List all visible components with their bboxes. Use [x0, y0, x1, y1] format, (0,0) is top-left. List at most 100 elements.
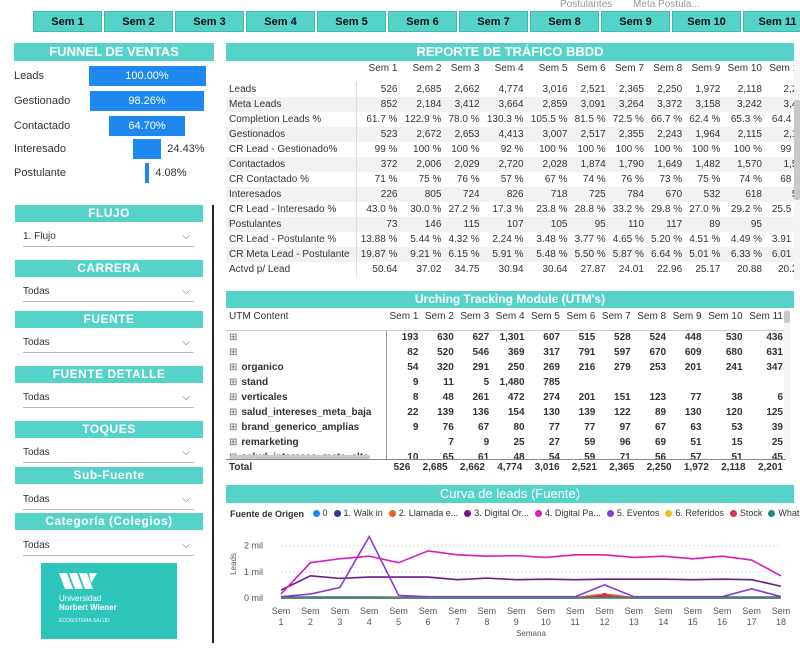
- chevron-down-icon: ⌵: [182, 337, 190, 348]
- traffic-vscroll[interactable]: [794, 60, 800, 280]
- utm-col-header[interactable]: Sem 7: [598, 309, 633, 324]
- utm-cell: 77: [584, 422, 596, 433]
- series-line-3[interactable]: [280, 574, 782, 591]
- utm-col-header[interactable]: Sem 5: [528, 309, 563, 324]
- traffic-col-header[interactable]: Sem 1: [356, 61, 400, 76]
- utm-col-header[interactable]: Sem 9: [669, 309, 704, 324]
- traffic-cell: 5.91 %: [482, 247, 527, 262]
- week-tab-3[interactable]: Sem 3: [175, 11, 244, 32]
- utm-cell: 96: [619, 437, 631, 448]
- utm-row-label-cell[interactable]: ⊞ salud_intereses_meta_baja: [226, 405, 387, 420]
- utm-col-header[interactable]: Sem 4: [492, 309, 527, 324]
- week-tab-2[interactable]: Sem 2: [104, 11, 173, 32]
- funnel-bar-3[interactable]: [132, 139, 162, 159]
- utm-col-header[interactable]: Sem 8: [634, 309, 669, 324]
- traffic-cell: 43.0 %: [366, 204, 398, 215]
- traffic-col-header[interactable]: Sem 7: [609, 61, 647, 76]
- traffic-cell: 3,664: [482, 97, 527, 112]
- expand-icon[interactable]: ⊞: [229, 422, 237, 433]
- legend-item-7[interactable]: Stock: [729, 508, 762, 518]
- legend-item-0[interactable]: 0: [312, 508, 328, 518]
- utm-col-header[interactable]: Sem 1: [386, 309, 421, 324]
- traffic-cell: 2,672: [400, 127, 445, 142]
- utm-col-header[interactable]: Sem 2: [421, 309, 456, 324]
- slicer-dropdown-0[interactable]: 1. Flujo ⌵: [23, 227, 194, 247]
- traffic-cell: 122.9 %: [404, 114, 442, 125]
- utm-cell: 139: [578, 407, 596, 418]
- traffic-col-header[interactable]: Sem 8: [647, 61, 685, 76]
- utm-row-label-cell[interactable]: ⊞: [226, 345, 387, 360]
- traffic-row-label: Leads: [226, 82, 357, 97]
- slicer-dropdown-3[interactable]: Todas ⌵: [23, 388, 194, 408]
- legend-label: 3. Digital Or...: [474, 508, 529, 518]
- traffic-cell: 100 %: [539, 144, 568, 155]
- y-tick-label: 1 mil: [244, 567, 263, 577]
- week-tab-6[interactable]: Sem 6: [388, 11, 457, 32]
- week-tab-7[interactable]: Sem 7: [459, 11, 528, 32]
- legend-item-1[interactable]: 1. Walk in: [333, 508, 383, 518]
- traffic-cell: 2,006: [400, 157, 445, 172]
- utm-vscroll[interactable]: [784, 309, 790, 459]
- traffic-col-header[interactable]: Sem 6: [570, 61, 608, 76]
- week-tab-10[interactable]: Sem 10: [672, 11, 741, 32]
- traffic-table: Sem 1 Sem 2 Sem 3 Sem 4 Sem 5 Sem 6 Sem 7 Sem 8…: [226, 61, 794, 277]
- utm-row-label-cell[interactable]: ⊞ organico: [226, 360, 387, 375]
- utm-row-label-cell[interactable]: ⊞ verticales: [226, 390, 387, 405]
- legend-item-8[interactable]: WhatsApp: [768, 508, 800, 518]
- legend-item-5[interactable]: 5. Eventos: [606, 508, 659, 518]
- slicer-dropdown-4[interactable]: Todas ⌵: [23, 443, 194, 463]
- utm-cell: [669, 375, 704, 390]
- x-tick-label: Sem: [419, 606, 438, 616]
- legend-item-6[interactable]: 6. Referidos: [665, 508, 724, 518]
- utm-col-header[interactable]: Sem 10: [705, 309, 746, 324]
- expand-icon[interactable]: ⊞: [229, 332, 237, 343]
- traffic-col-header[interactable]: Sem 9: [685, 61, 723, 76]
- traffic-col-header[interactable]: Sem 4: [483, 61, 527, 76]
- legend-item-2[interactable]: 2. Llamada e...: [388, 508, 458, 518]
- traffic-cell: 105: [526, 217, 571, 232]
- utm-col-label[interactable]: UTM Content: [226, 309, 386, 324]
- utm-row-label-cell[interactable]: ⊞ brand_generico_amplias: [226, 420, 387, 435]
- week-tab-9[interactable]: Sem 9: [601, 11, 670, 32]
- utm-row-label-cell[interactable]: ⊞ remarketing: [226, 435, 387, 450]
- utm-cell: 51: [690, 437, 702, 448]
- series-line-4[interactable]: [280, 550, 782, 595]
- utm-cell: 27: [548, 437, 560, 448]
- expand-icon[interactable]: ⊞: [229, 347, 237, 358]
- week-tab-5[interactable]: Sem 5: [317, 11, 386, 32]
- expand-icon[interactable]: ⊞: [229, 362, 237, 373]
- traffic-col-header[interactable]: Sem 5: [527, 61, 571, 76]
- week-tab-11[interactable]: Sem 11: [743, 11, 800, 32]
- utm-cell: 680: [725, 347, 743, 358]
- utm-col-header[interactable]: Sem 6: [563, 309, 598, 324]
- utm-col-header[interactable]: Sem 11: [746, 309, 784, 324]
- logo-line3: ECOSISTEMA SALUD: [59, 618, 110, 624]
- expand-icon[interactable]: ⊞: [229, 407, 237, 418]
- expand-icon[interactable]: ⊞: [229, 377, 237, 388]
- traffic-cell: 826: [482, 187, 527, 202]
- utm-cell: 7: [448, 437, 454, 448]
- legend-item-4[interactable]: 4. Digital Pa...: [534, 508, 601, 518]
- slicer-dropdown-5[interactable]: Todas ⌵: [23, 490, 194, 510]
- week-tab-4[interactable]: Sem 4: [246, 11, 315, 32]
- traffic-col-header[interactable]: Sem 10: [723, 61, 765, 76]
- chevron-down-icon: ⌵: [182, 392, 190, 403]
- utm-row-label-cell[interactable]: ⊞ stand: [226, 375, 387, 390]
- traffic-cell: 8: [765, 217, 794, 232]
- slicer-value: Todas: [23, 337, 50, 348]
- data-point[interactable]: [602, 592, 608, 598]
- expand-icon[interactable]: ⊞: [229, 437, 237, 448]
- slicer-dropdown-2[interactable]: Todas ⌵: [23, 333, 194, 353]
- week-tab-1[interactable]: Sem 1: [33, 11, 102, 32]
- legend-item-3[interactable]: 3. Digital Or...: [464, 508, 529, 518]
- slicer-dropdown-6[interactable]: Todas ⌵: [23, 536, 194, 556]
- traffic-col-header[interactable]: Sem 11: [765, 61, 794, 76]
- funnel-bar-4[interactable]: [144, 163, 150, 183]
- traffic-col-header[interactable]: Sem 2: [400, 61, 444, 76]
- utm-col-header[interactable]: Sem 3: [457, 309, 492, 324]
- week-tab-8[interactable]: Sem 8: [530, 11, 599, 32]
- utm-row-label-cell[interactable]: ⊞: [226, 330, 387, 345]
- slicer-dropdown-1[interactable]: Todas ⌵: [23, 282, 194, 302]
- expand-icon[interactable]: ⊞: [229, 392, 237, 403]
- traffic-col-header[interactable]: Sem 3: [444, 61, 482, 76]
